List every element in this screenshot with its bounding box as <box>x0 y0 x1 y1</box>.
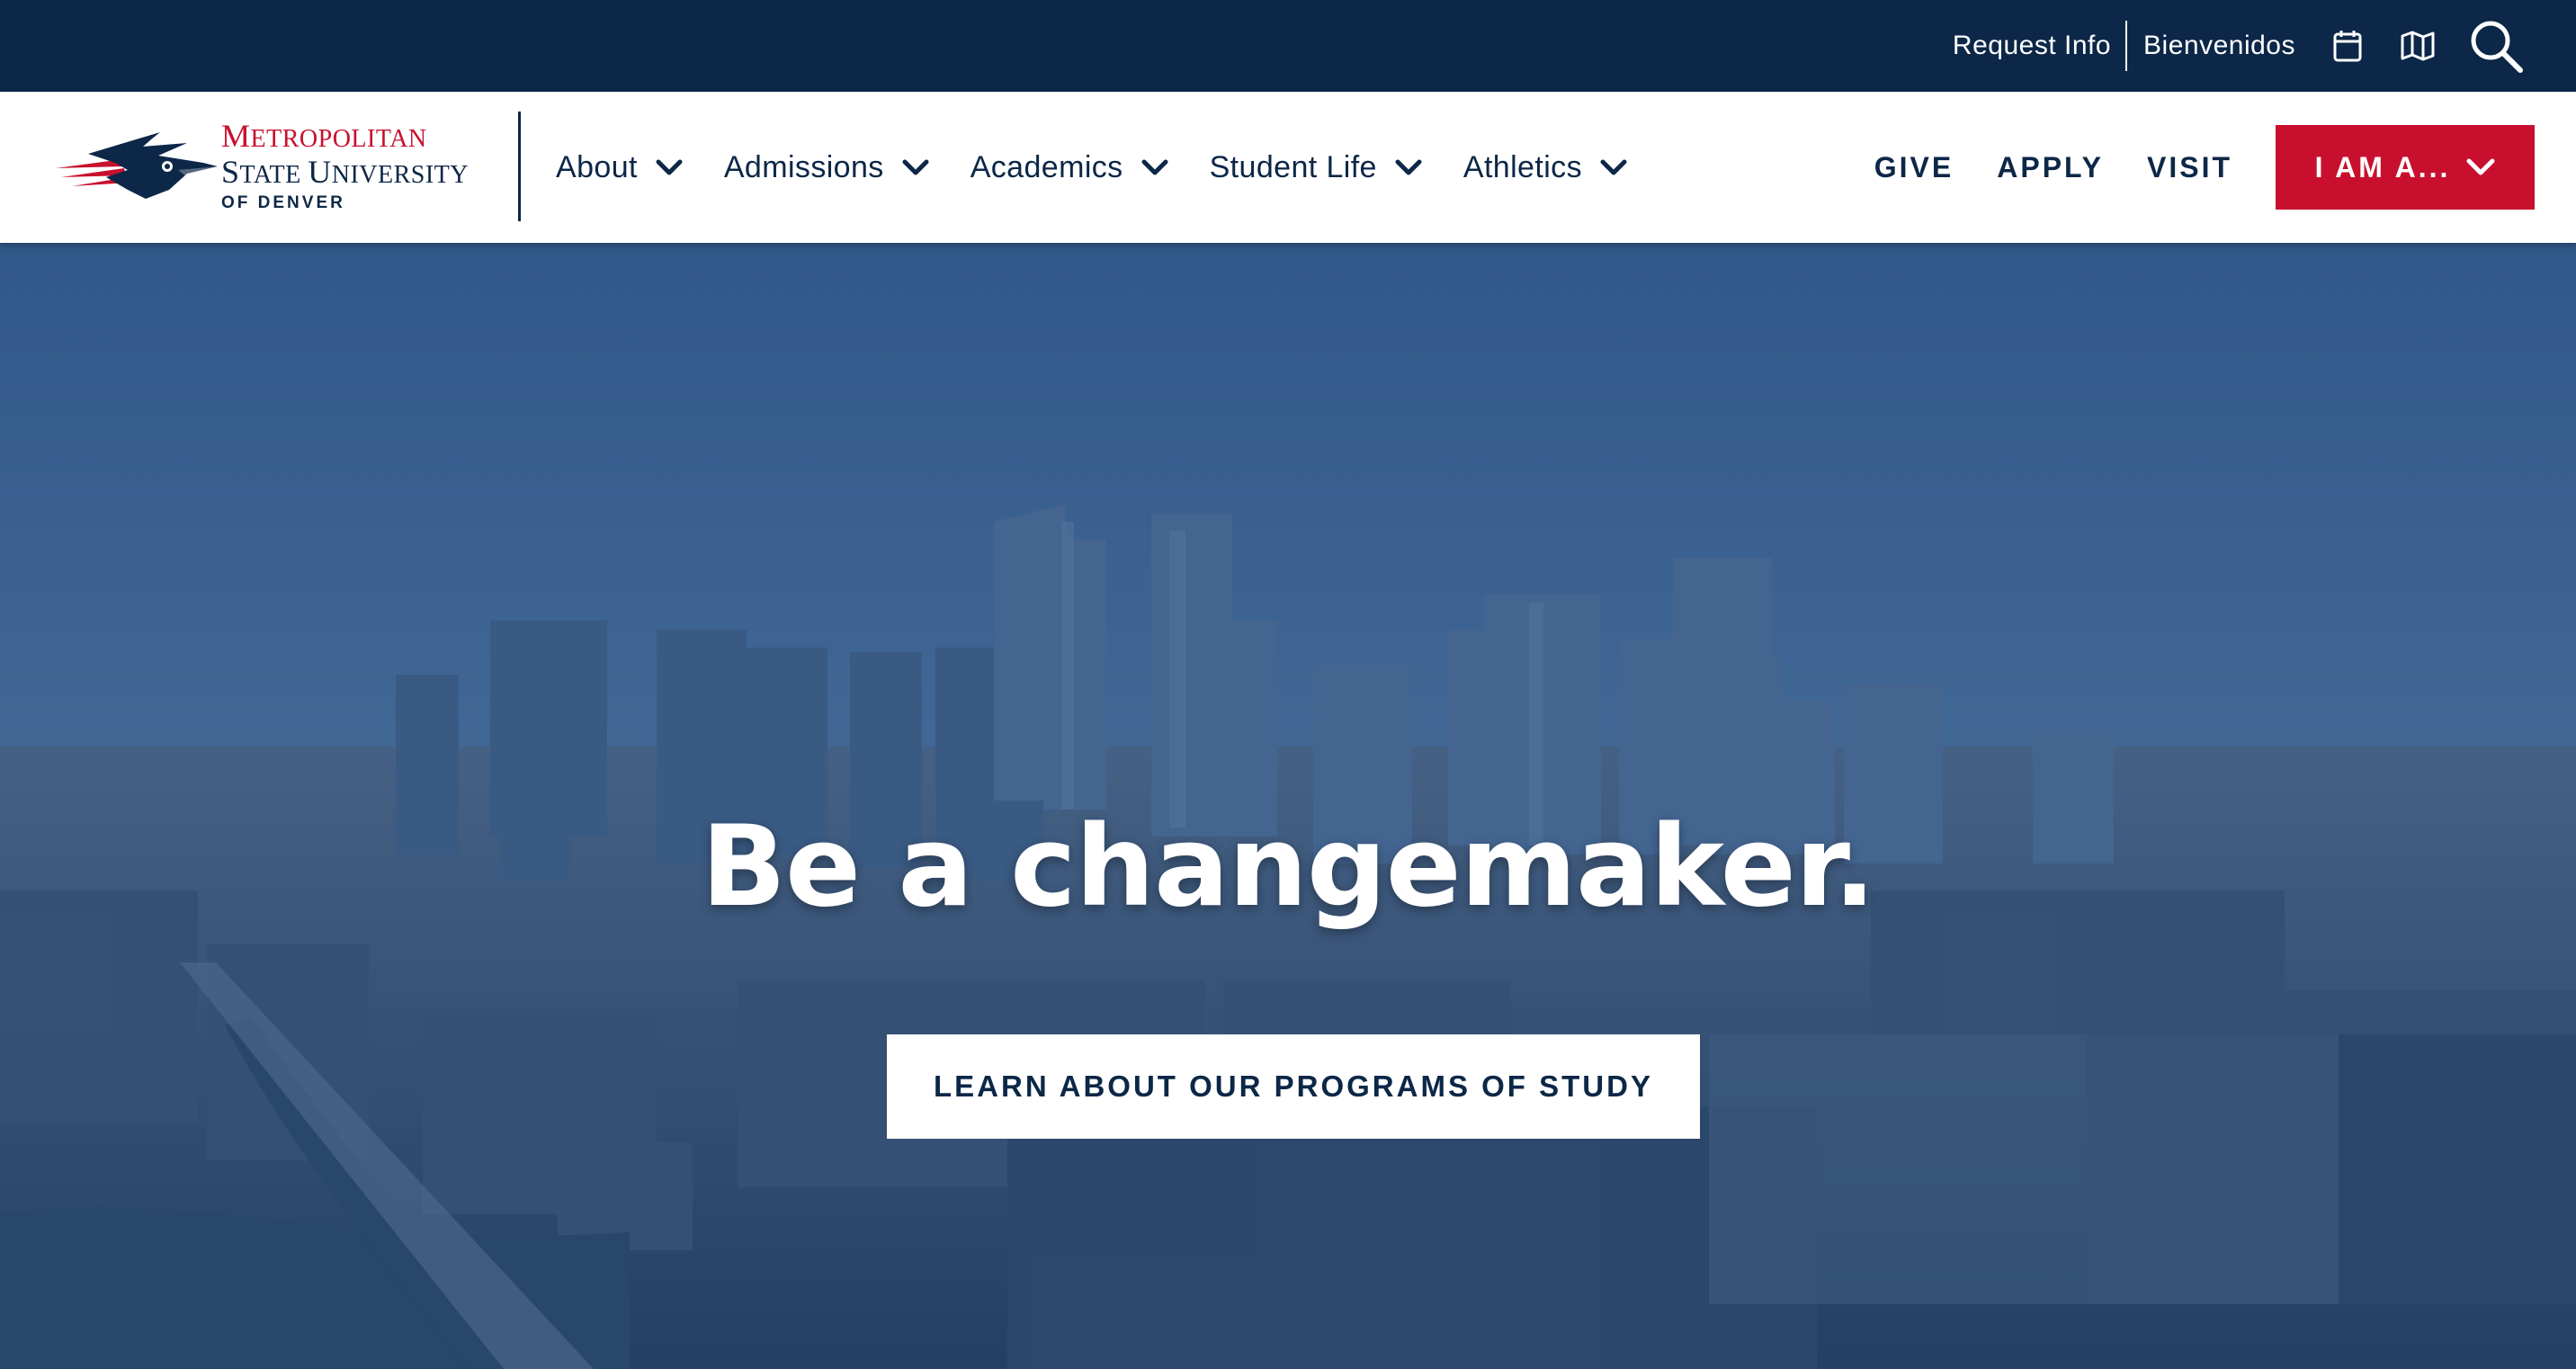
give-link[interactable]: GIVE <box>1874 151 1954 184</box>
logo-line-metropolitan: METROPOLITAN <box>221 120 469 156</box>
nav-label-student-life: Student Life <box>1209 149 1377 184</box>
bienvenidos-link[interactable]: Bienvenidos <box>2143 31 2295 61</box>
nav-actions: GIVE APPLY VISIT I AM A... <box>1874 92 2535 243</box>
nav-item-about[interactable]: About <box>556 150 683 185</box>
utility-links: Request Info Bienvenidos <box>1953 0 2526 92</box>
nav-label-academics: Academics <box>970 149 1123 184</box>
hero-section: Be a changemaker. LEARN ABOUT OUR PROGRA… <box>0 243 2576 1369</box>
chevron-down-icon <box>902 159 929 175</box>
chevron-down-icon <box>1395 159 1422 175</box>
msu-denver-logo[interactable]: METROPOLITAN STATE UNIVERSITY OF DENVER <box>52 119 493 216</box>
request-info-link[interactable]: Request Info <box>1953 31 2111 61</box>
calendar-icon[interactable] <box>2330 28 2366 64</box>
nav-label-admissions: Admissions <box>723 149 884 184</box>
logo-cap-m: M <box>221 118 251 154</box>
i-am-a-dropdown-button[interactable]: I AM A... <box>2276 125 2535 210</box>
i-am-a-label: I AM A... <box>2314 150 2451 183</box>
nav-item-admissions[interactable]: Admissions <box>724 150 929 185</box>
nav-label-about: About <box>556 149 638 184</box>
chevron-down-icon <box>656 159 683 175</box>
visit-link[interactable]: VISIT <box>2147 151 2232 184</box>
chevron-down-icon <box>1141 159 1168 175</box>
apply-link[interactable]: APPLY <box>1997 151 2104 184</box>
primary-menu: About Admissions Academics Student Life … <box>556 92 1668 243</box>
map-icon[interactable] <box>2400 28 2436 64</box>
roadrunner-logo-icon <box>56 132 218 199</box>
hero-headline: Be a changemaker. <box>701 802 1876 932</box>
logo-line-state-university: STATE UNIVERSITY <box>221 156 469 192</box>
main-nav: METROPOLITAN STATE UNIVERSITY OF DENVER … <box>0 92 2576 243</box>
chevron-down-icon <box>1600 159 1627 175</box>
utility-divider <box>2125 21 2128 71</box>
nav-item-athletics[interactable]: Athletics <box>1463 150 1627 185</box>
logo-rest-etropolitan: ETROPOLITAN <box>250 125 427 153</box>
nav-label-athletics: Athletics <box>1462 149 1582 184</box>
logo-line-of-denver: OF DENVER <box>221 193 345 212</box>
logo-cap-s: S <box>221 154 240 190</box>
nav-item-academics[interactable]: Academics <box>970 150 1168 185</box>
nav-item-student-life[interactable]: Student Life <box>1210 150 1422 185</box>
chevron-down-icon <box>2466 158 2495 175</box>
logo-divider <box>518 112 521 221</box>
logo-wordmark: METROPOLITAN STATE UNIVERSITY OF DENVER <box>221 120 469 215</box>
learn-programs-button[interactable]: LEARN ABOUT OUR PROGRAMS OF STUDY <box>887 1034 1700 1139</box>
search-icon[interactable] <box>2466 16 2526 76</box>
logo-rest-tate: TATE <box>239 161 309 189</box>
logo-cap-u: U <box>308 154 332 190</box>
logo-rest-niversity: NIVERSITY <box>331 161 469 189</box>
utility-bar: Request Info Bienvenidos <box>0 0 2576 92</box>
